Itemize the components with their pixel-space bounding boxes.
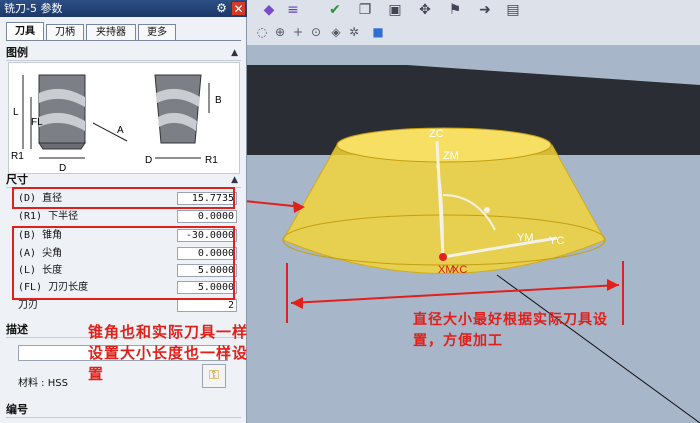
label-R1-right: R1: [205, 155, 218, 166]
snap-icon[interactable]: ⊙: [309, 25, 323, 39]
section-number-title: 编号: [6, 403, 28, 416]
param-label: (R1) 下半径: [18, 211, 79, 222]
check-icon[interactable]: ✔: [327, 2, 343, 18]
tag-icon[interactable]: ◈: [329, 25, 343, 39]
label-R1-left: R1: [11, 151, 24, 162]
layers-icon[interactable]: ≡: [285, 2, 301, 18]
section-dimensions-title: 尺寸: [6, 173, 28, 186]
flag-icon[interactable]: ⚑: [447, 2, 463, 18]
tool-figure: L FL R1 D A B D R1: [8, 62, 240, 174]
collapse-icon: ▲: [231, 175, 238, 185]
paste-icon[interactable]: ▣: [387, 2, 403, 18]
tab-tool[interactable]: 刀具: [6, 22, 44, 40]
axis-label-ym: YM: [517, 232, 534, 244]
graphics-viewport[interactable]: ZC ZM YM YC XM XC: [247, 45, 700, 423]
origin-marker[interactable]: [439, 253, 447, 261]
gear-icon[interactable]: ⚙: [215, 2, 228, 15]
gear-small-icon[interactable]: ✲: [347, 25, 361, 39]
handle-point[interactable]: [484, 207, 490, 213]
move-icon[interactable]: ✥: [417, 2, 433, 18]
param-row-lower-radius: (R1) 下半径 0.0000: [14, 210, 238, 224]
document-icon[interactable]: ▤: [505, 2, 521, 18]
label-B: B: [215, 95, 222, 106]
close-icon[interactable]: ✕: [231, 1, 246, 16]
target-icon[interactable]: ⊕: [273, 25, 287, 39]
flutes-input[interactable]: 2: [177, 299, 237, 312]
tab-holder-shank[interactable]: 刀柄: [46, 24, 84, 40]
copy-icon[interactable]: ❐: [357, 2, 373, 18]
axis-label-yc: YC: [549, 235, 564, 247]
section-description-title: 描述: [6, 323, 28, 336]
rotate-icon[interactable]: ◌: [255, 25, 269, 39]
cube-icon[interactable]: ◆: [261, 2, 277, 18]
section-dimensions-header[interactable]: 尺寸 ▲: [6, 173, 241, 188]
annotation-right: 直径大小最好根据实际刀具设置，方便加工: [413, 312, 608, 349]
label-FL: FL: [31, 117, 43, 128]
tab-more[interactable]: 更多: [138, 24, 176, 40]
export-icon[interactable]: ➜: [477, 2, 493, 18]
left-tool-body: [38, 74, 86, 144]
axis-label-xc: XC: [452, 264, 467, 276]
axis-label-zc: ZC: [429, 128, 444, 140]
lower-radius-input[interactable]: 0.0000: [177, 210, 237, 223]
plus-icon[interactable]: +: [291, 25, 305, 39]
tool-diagram: L FL R1 D A B D R1: [11, 74, 222, 174]
section-figure-header[interactable]: 图例 ▲: [6, 46, 241, 61]
right-tool-body: [154, 74, 202, 144]
dialog-titlebar[interactable]: 铣刀-5 参数 ⚙ ✕: [0, 0, 247, 17]
label-A: A: [117, 125, 124, 136]
label-D-left: D: [59, 163, 66, 173]
label-L: L: [13, 107, 19, 118]
viewport-canvas: ZC ZM YM YC XM XC: [247, 65, 700, 423]
tab-divider: [6, 40, 241, 41]
param-label: 刀刃: [18, 300, 38, 311]
collapse-icon: ▲: [231, 48, 238, 58]
section-number-header[interactable]: 编号: [6, 403, 241, 418]
cad-toolbar: ◆ ≡ ✔ ❐ ▣ ✥ ⚑ ➜ ▤ ◌ ⊕ + ⊙ ◈ ✲ ■: [247, 0, 700, 46]
highlight-box-angles-lengths: [12, 226, 235, 300]
material-label: 材料 : HSS: [18, 378, 68, 389]
annotation-left: 锥角也和实际刀具一样设置大小长度也一样设置: [88, 323, 249, 383]
left-tool-tip: [38, 142, 86, 150]
param-row-flutes: 刀刃 2: [14, 299, 238, 313]
section-figure-title: 图例: [6, 46, 28, 59]
dialog-title: 铣刀-5 参数: [4, 2, 63, 15]
tab-holder[interactable]: 夹持器: [86, 24, 136, 40]
tool-parameters-dialog: 铣刀-5 参数 ⚙ ✕ 刀具 刀柄 夹持器 更多 图例 ▲ L FL R1 D …: [0, 0, 247, 423]
axis-label-zm: ZM: [443, 150, 459, 162]
view-cube-icon[interactable]: ■: [371, 25, 385, 39]
highlight-box-diameter: [12, 187, 235, 209]
label-D-right: D: [145, 155, 152, 166]
